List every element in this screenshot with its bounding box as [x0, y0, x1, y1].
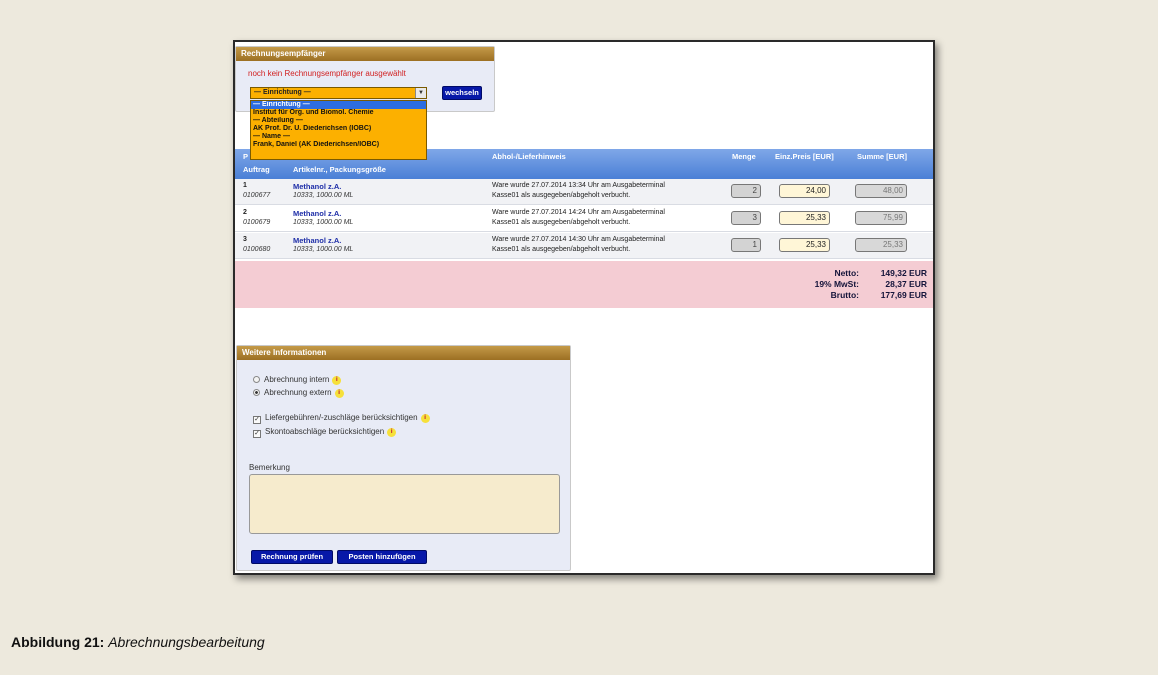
vat-label: 19% MwSt: — [814, 279, 859, 289]
dropdown-option[interactable]: Frank, Daniel (AK Diederichsen/IOBC) — [251, 141, 426, 149]
row-pos: 3 — [243, 236, 247, 243]
row-article-no: 10333, 1000.00 ML — [293, 192, 354, 199]
col-note: Abhol-/Lieferhinweis — [492, 152, 566, 161]
info-icon[interactable]: i — [332, 376, 342, 385]
dropdown-option[interactable]: AK Prof. Dr. U. Diederichsen (IOBC) — [251, 125, 426, 133]
row-note-line2: Kasse01 als ausgegeben/abgeholt verbucht… — [492, 219, 631, 226]
recipient-select-value: — Einrichtung — — [254, 89, 311, 96]
quantity-field[interactable]: 2 — [731, 184, 761, 198]
remark-label: Bemerkung — [249, 463, 290, 472]
recipient-panel-title: Rechnungsempfänger — [236, 47, 494, 61]
row-article-no: 10333, 1000.00 ML — [293, 246, 354, 253]
radio-button[interactable] — [253, 376, 260, 383]
netto-label: Netto: — [834, 268, 859, 278]
screenshot-frame: Rechnungsempfänger noch kein Rechnungsem… — [233, 40, 935, 575]
row-note-line1: Ware wurde 27.07.2014 14:24 Uhr am Ausga… — [492, 209, 665, 216]
check-invoice-button[interactable]: Rechnung prüfen — [251, 550, 333, 564]
total-field: 75,99 — [855, 211, 907, 225]
info-icon[interactable]: i — [420, 414, 430, 423]
radio-billing-intern[interactable]: Abrechnung intern i — [253, 375, 342, 385]
chevron-down-icon[interactable]: ▼ — [415, 88, 426, 98]
no-recipient-message: noch kein Rechnungsempfänger ausgewählt — [248, 69, 406, 78]
row-note-line2: Kasse01 als ausgegeben/abgeholt verbucht… — [492, 246, 631, 253]
add-item-button[interactable]: Posten hinzufügen — [337, 550, 427, 564]
col-total: Summe [EUR] — [857, 152, 908, 161]
row-pos: 2 — [243, 209, 247, 216]
checkbox-checked[interactable]: ✓ — [253, 416, 261, 424]
info-icon[interactable]: i — [334, 389, 344, 398]
unit-price-field[interactable]: 24,00 — [779, 184, 830, 198]
brutto-value: 177,69 EUR — [880, 290, 927, 300]
remark-textarea[interactable] — [249, 474, 560, 534]
article-link[interactable]: Methanol z.A. — [293, 209, 341, 218]
col-article: Artikelnr., Packungsgröße — [293, 165, 386, 174]
info-panel-title: Weitere Informationen — [237, 346, 570, 360]
col-unit-price: Einz.Preis [EUR] — [775, 152, 834, 161]
table-row: 2 0100679 Methanol z.A. 10333, 1000.00 M… — [235, 206, 933, 232]
article-link[interactable]: Methanol z.A. — [293, 236, 341, 245]
netto-value: 149,32 EUR — [880, 268, 927, 278]
col-quantity: Menge — [732, 152, 756, 161]
checkbox-delivery-fees[interactable]: ✓ Liefergebühren/-zuschläge berücksichtig… — [253, 413, 430, 424]
checkbox-fees-label: Liefergebühren/-zuschläge berücksichtige… — [265, 413, 418, 422]
dropdown-option[interactable]: — Abteilung — — [251, 117, 426, 125]
row-order: 0100677 — [243, 192, 271, 199]
table-row: 3 0100680 Methanol z.A. 10333, 1000.00 M… — [235, 233, 933, 259]
row-order: 0100679 — [243, 219, 271, 226]
unit-price-field[interactable]: 25,33 — [779, 238, 830, 252]
info-panel: Weitere Informationen Abrechnung intern i… — [236, 345, 571, 571]
recipient-select[interactable]: — Einrichtung — ▼ — [250, 87, 427, 99]
checkbox-discount-label: Skontoabschläge berücksichtigen — [265, 427, 385, 436]
total-field: 25,33 — [855, 238, 907, 252]
row-note-line2: Kasse01 als ausgegeben/abgeholt verbucht… — [492, 192, 631, 199]
row-note-line1: Ware wurde 27.07.2014 13:34 Uhr am Ausga… — [492, 182, 665, 189]
row-article-no: 10333, 1000.00 ML — [293, 219, 354, 226]
row-order: 0100680 — [243, 246, 271, 253]
row-note-line1: Ware wurde 27.07.2014 14:30 Uhr am Ausga… — [492, 236, 665, 243]
quantity-field[interactable]: 3 — [731, 211, 761, 225]
radio-intern-label: Abrechnung intern — [264, 375, 330, 384]
brutto-label: Brutto: — [830, 290, 859, 300]
dropdown-option[interactable]: — Einrichtung — — [251, 101, 426, 109]
article-link[interactable]: Methanol z.A. — [293, 182, 341, 191]
row-pos: 1 — [243, 182, 247, 189]
vat-value: 28,37 EUR — [885, 279, 927, 289]
checkbox-discount[interactable]: ✓ Skontoabschläge berücksichtigen i — [253, 427, 397, 438]
radio-extern-label: Abrechnung extern — [264, 388, 332, 397]
caption-text: Abrechnungsbearbeitung — [108, 634, 265, 650]
col-order: Auftrag — [243, 165, 270, 174]
recipient-dropdown-list[interactable]: — Einrichtung — Institut für Org. und Bi… — [250, 100, 427, 160]
dropdown-option[interactable]: — Name — — [251, 133, 426, 141]
table-row: 1 0100677 Methanol z.A. 10333, 1000.00 M… — [235, 179, 933, 205]
info-icon[interactable]: i — [387, 428, 397, 437]
radio-button[interactable] — [253, 389, 260, 396]
caption-label: Abbildung 21: — [11, 634, 105, 650]
figure-caption: Abbildung 21: Abrechnungsbearbeitung — [11, 634, 265, 650]
total-field: 48,00 — [855, 184, 907, 198]
unit-price-field[interactable]: 25,33 — [779, 211, 830, 225]
change-recipient-button[interactable]: wechseln — [442, 86, 482, 100]
quantity-field[interactable]: 1 — [731, 238, 761, 252]
radio-billing-extern[interactable]: Abrechnung extern i — [253, 388, 344, 398]
totals-section: Netto: 149,32 EUR 19% MwSt: 28,37 EUR Br… — [235, 261, 933, 308]
col-pos: P — [243, 152, 249, 161]
dropdown-option[interactable]: Institut für Org. und Biomol. Chemie — [251, 109, 426, 117]
checkbox-checked[interactable]: ✓ — [253, 430, 261, 438]
